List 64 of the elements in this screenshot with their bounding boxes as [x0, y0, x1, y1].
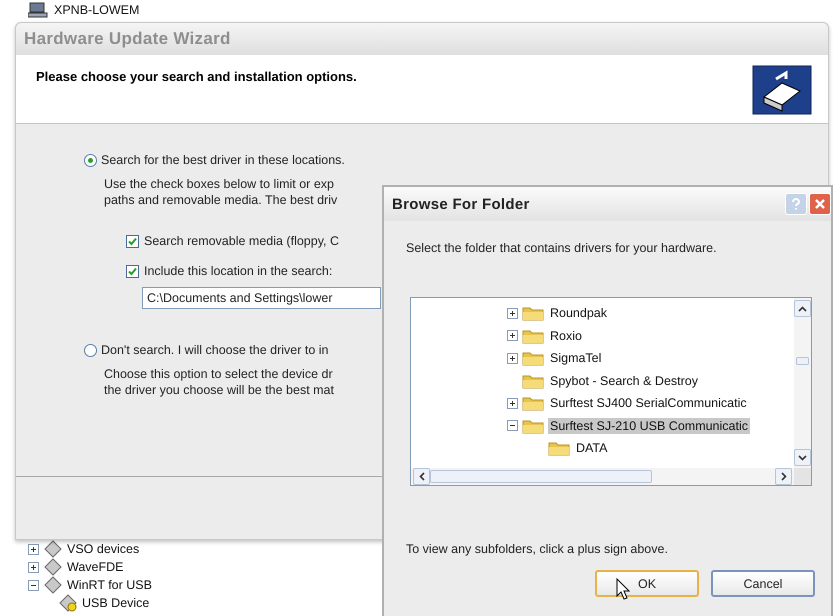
folder-icon [548, 440, 570, 456]
hardware-box-icon [752, 65, 812, 115]
computer-name: XPNB-LOWEM [54, 3, 140, 17]
folder-icon [522, 395, 544, 412]
option-description: Use the check boxes below to limit or exp [104, 176, 334, 192]
folder-icon [522, 328, 544, 344]
scroll-thumb[interactable] [430, 470, 652, 483]
folder-item[interactable]: Roxio [548, 328, 584, 344]
dialog-hint: To view any subfolders, click a plus sign above. [406, 542, 669, 556]
dialog-title: Browse For Folder [392, 196, 530, 212]
scroll-thumb[interactable] [796, 357, 809, 365]
expand-icon[interactable] [28, 562, 39, 572]
radio-button[interactable] [84, 344, 97, 356]
close-icon [814, 198, 826, 210]
option-description: the driver you choose will be the best mat [104, 382, 334, 398]
folder-item[interactable]: Roundpak [548, 305, 609, 322]
expand-icon[interactable] [28, 544, 39, 554]
device-category[interactable]: WaveFDE [67, 560, 124, 574]
folder-item[interactable]: Surftest SJ-210 USB Communicatic [548, 418, 750, 434]
checkbox-label[interactable]: Include this location in the search: [144, 264, 332, 278]
expand-icon[interactable] [507, 308, 518, 319]
scrollbar-corner [794, 468, 811, 485]
option-description: paths and removable media. The best driv [104, 192, 338, 208]
folder-item[interactable]: DATA [574, 440, 610, 456]
expand-icon[interactable] [507, 330, 518, 342]
collapse-icon[interactable] [507, 420, 518, 432]
option-description: Choose this option to select the device dr [104, 366, 333, 382]
ok-button[interactable]: OK [595, 570, 699, 597]
scroll-left-button[interactable] [413, 468, 430, 485]
folder-item[interactable]: Spybot - Search & Destroy [548, 372, 700, 389]
folder-icon [522, 418, 544, 434]
window-title: Hardware Update Wizard [16, 23, 828, 55]
option-label[interactable]: Search for the best driver in these locations. [101, 153, 345, 167]
device-item[interactable]: USB Device [82, 596, 150, 610]
checkbox[interactable] [126, 234, 139, 248]
dialog-prompt: Select the folder that contains drivers for your hardware. [406, 241, 718, 255]
mouse-pointer-icon [616, 578, 630, 600]
path-field[interactable]: C:\Documents and Settings\lower [142, 287, 381, 309]
vertical-scrollbar[interactable] [794, 298, 811, 468]
radio-button[interactable] [84, 154, 97, 166]
collapse-icon[interactable] [28, 580, 39, 590]
device-category[interactable]: VSO devices [67, 542, 140, 556]
wizard-heading: Please choose your search and installation options. [36, 69, 357, 84]
checkbox-label[interactable]: Search removable media (floppy, C [144, 234, 339, 248]
option-label[interactable]: Don't search. I will choose the driver to in [101, 343, 328, 357]
checkbox[interactable] [126, 264, 139, 278]
folder-icon [522, 350, 544, 366]
device-category[interactable]: WinRT for USB [67, 578, 152, 592]
folder-item[interactable]: SigmaTel [548, 350, 604, 366]
folder-icon [522, 305, 544, 322]
computer-icon [28, 2, 48, 18]
cancel-button[interactable]: Cancel [711, 570, 815, 597]
scroll-down-button[interactable] [794, 449, 811, 466]
folder-icon [522, 372, 544, 389]
expand-icon[interactable] [507, 398, 518, 409]
device-icon [43, 576, 63, 594]
scroll-right-button[interactable] [775, 468, 792, 485]
close-button[interactable] [809, 193, 831, 215]
scroll-up-button[interactable] [794, 300, 811, 317]
expand-icon[interactable] [507, 352, 518, 364]
horizontal-scrollbar[interactable] [411, 468, 794, 485]
folder-item[interactable]: Surftest SJ400 SerialCommunicatic [548, 395, 749, 412]
device-icon [43, 558, 63, 576]
question-mark-icon [791, 198, 801, 210]
